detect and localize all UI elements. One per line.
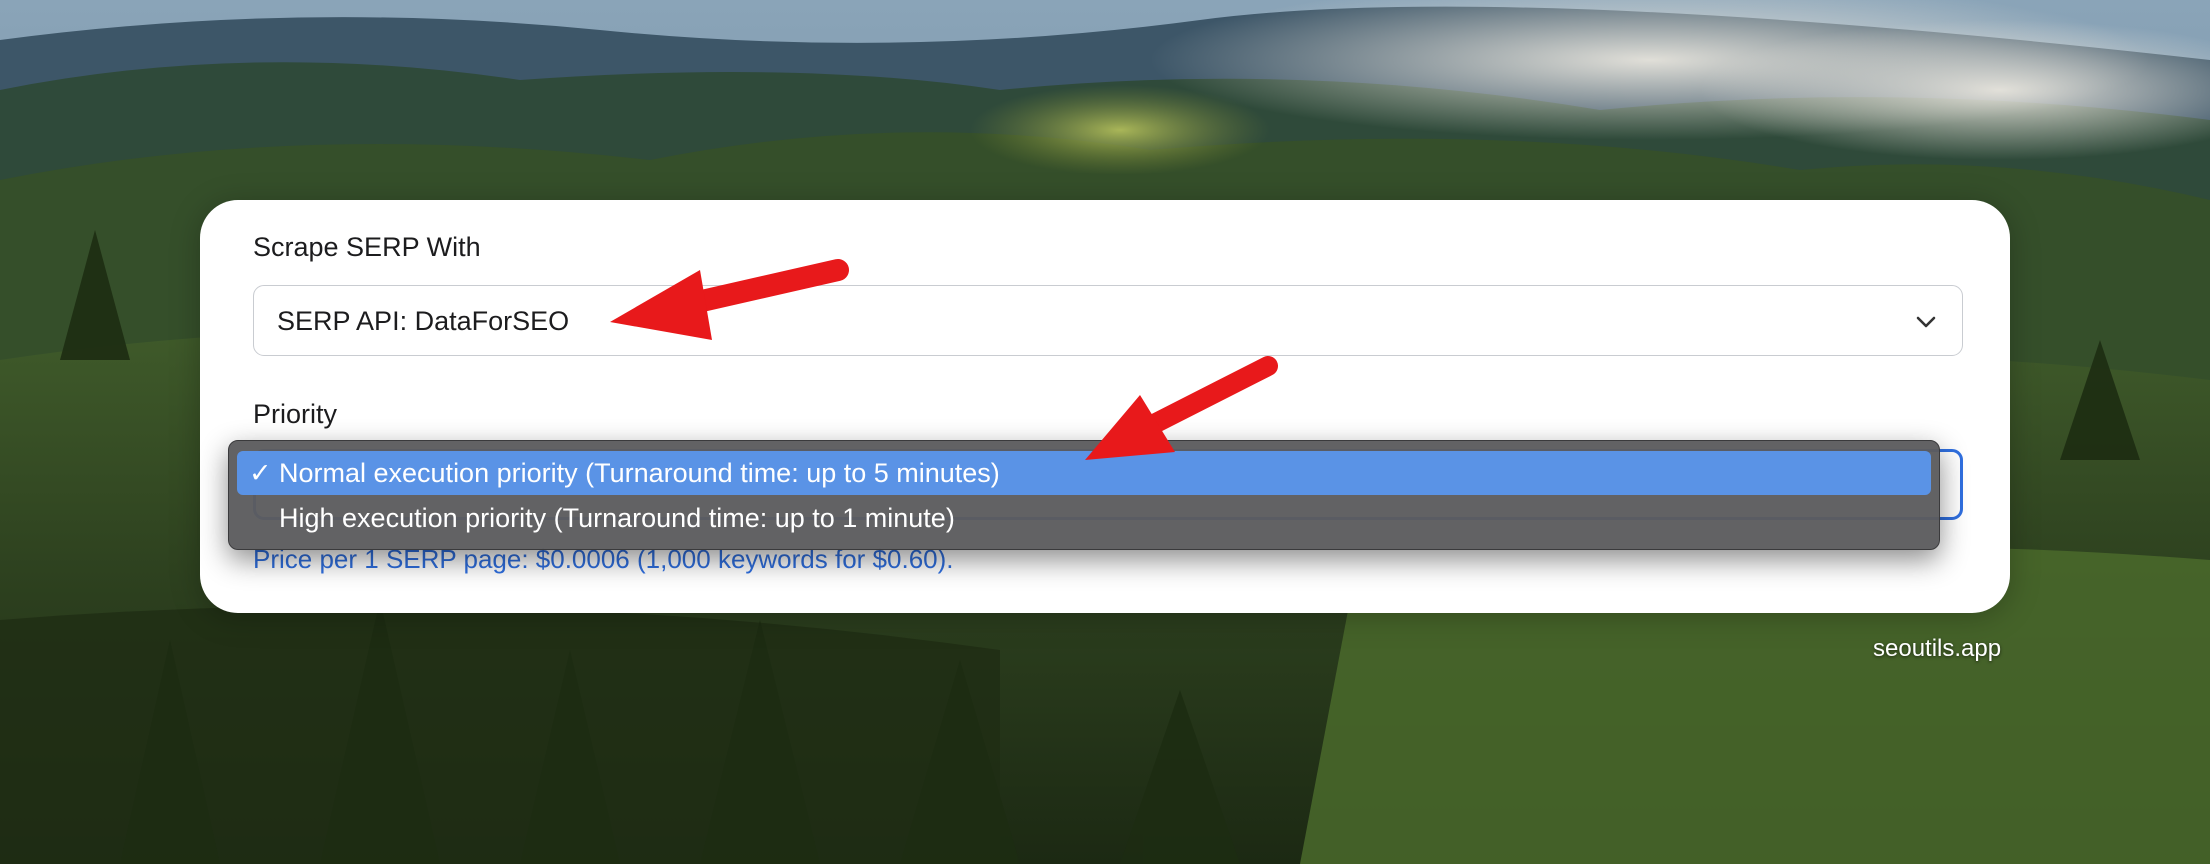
option-label: High execution priority (Turnaround time…	[279, 503, 955, 533]
watermark-text: seoutils.app	[1873, 635, 2002, 662]
priority-label: Priority	[253, 399, 338, 429]
chevron-down-icon	[1916, 316, 1936, 328]
priority-option-high[interactable]: High execution priority (Turnaround time…	[237, 496, 1931, 540]
option-label: Normal execution priority (Turnaround ti…	[279, 458, 1000, 488]
settings-card: Scrape SERP With SERP API: DataForSEO Pr…	[200, 200, 2010, 613]
serp-provider-label: Scrape SERP With	[253, 232, 481, 262]
checkmark-icon: ✓	[249, 458, 272, 488]
serp-provider-select[interactable]: SERP API: DataForSEO	[253, 285, 1963, 356]
priority-option-normal[interactable]: ✓ Normal execution priority (Turnaround …	[237, 451, 1931, 495]
priority-dropdown-menu: ✓ Normal execution priority (Turnaround …	[228, 440, 1940, 550]
serp-provider-value: SERP API: DataForSEO	[277, 306, 570, 336]
